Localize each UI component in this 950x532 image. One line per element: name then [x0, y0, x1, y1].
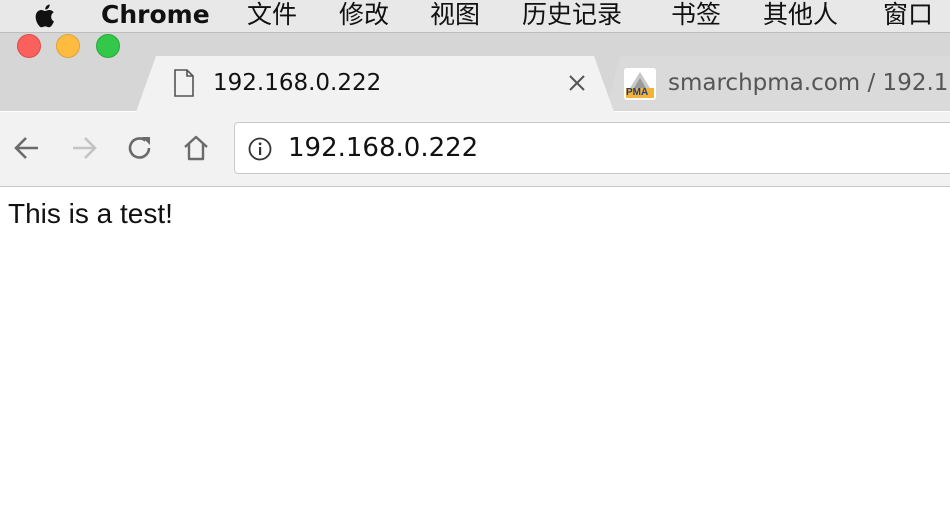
menu-file[interactable]: 文件: [247, 0, 297, 32]
page-content: [0, 187, 950, 532]
menu-bookmarks[interactable]: 书签: [671, 0, 721, 32]
menu-app-chrome[interactable]: Chrome: [101, 0, 210, 32]
back-arrow-icon[interactable]: [12, 133, 42, 163]
tab-inactive-title[interactable]: smarchpma.com / 192.1: [668, 70, 948, 96]
menu-bar: Chrome 文件 修改 视图 历史记录 书签 其他人 窗口: [0, 0, 950, 32]
menu-view[interactable]: 视图: [430, 0, 480, 32]
close-tab-icon[interactable]: [566, 72, 588, 94]
menu-people[interactable]: 其他人: [763, 0, 838, 32]
pma-favicon-icon: PMA: [624, 68, 656, 100]
pma-favicon-letters: PMA: [626, 87, 649, 98]
window-close-button[interactable]: [17, 34, 41, 58]
address-text[interactable]: 192.168.0.222: [288, 133, 478, 163]
tab-active-title[interactable]: 192.168.0.222: [213, 70, 381, 96]
window-zoom-button[interactable]: [96, 34, 120, 58]
forward-arrow-icon[interactable]: [69, 133, 99, 163]
home-icon[interactable]: [181, 133, 211, 163]
apple-icon[interactable]: [32, 3, 60, 29]
page-body-text: This is a test!: [8, 198, 173, 229]
menu-window[interactable]: 窗口: [883, 0, 933, 32]
info-icon[interactable]: [248, 137, 272, 161]
window-minimize-button[interactable]: [56, 34, 80, 58]
reload-icon[interactable]: [125, 133, 155, 163]
menu-history[interactable]: 历史记录: [522, 0, 622, 32]
menu-edit[interactable]: 修改: [339, 0, 389, 32]
page-icon: [174, 69, 194, 97]
